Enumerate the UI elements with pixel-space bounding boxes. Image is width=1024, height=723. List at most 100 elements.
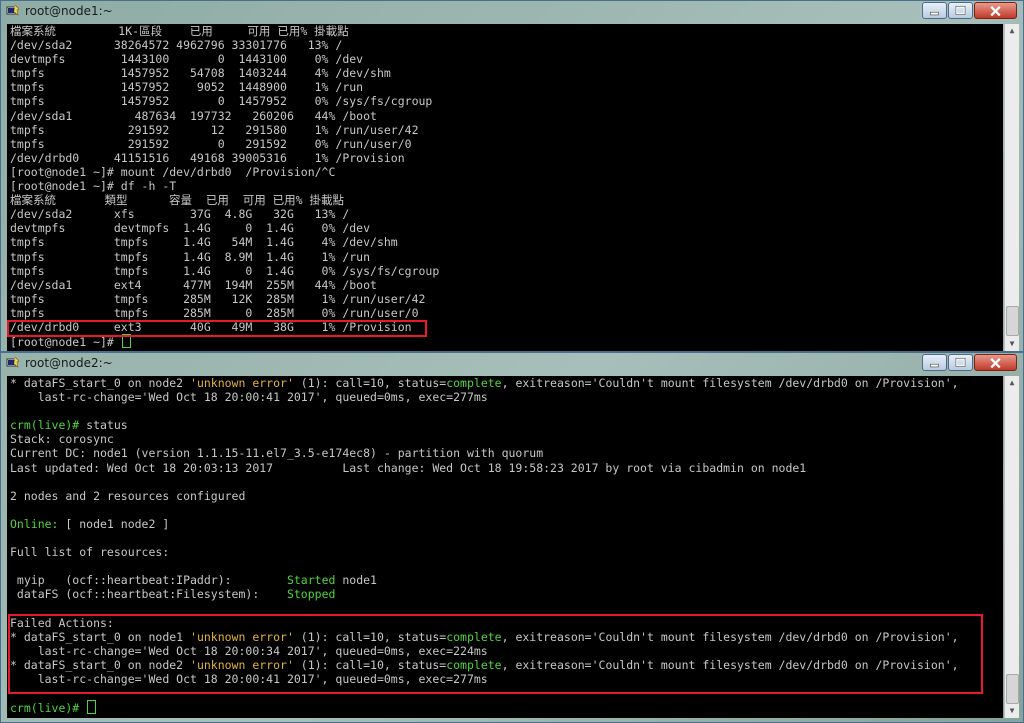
- terminal-line: Current DC: node1 (version 1.1.15-11.el7…: [7, 446, 1003, 460]
- minimize-button[interactable]: [922, 2, 947, 19]
- maximize-button[interactable]: [948, 354, 973, 371]
- terminal-line: Full list of resources:: [7, 545, 1003, 559]
- terminal-text: crm(live)#: [10, 418, 87, 433]
- terminal-line: last-rc-change='Wed Oct 18 20:00:41 2017…: [7, 390, 1003, 404]
- terminal-line: tmpfs tmpfs 285M 12K 285M 1% /run/user/4…: [7, 292, 1003, 306]
- terminal-text: [ node1 node2 ]: [58, 516, 170, 531]
- vertical-scrollbar[interactable]: ▲ ▼: [1004, 376, 1019, 718]
- scroll-down-icon[interactable]: ▼: [1005, 704, 1019, 718]
- terminal-line: tmpfs tmpfs 1.4G 8.9M 1.4G 1% /run: [7, 250, 1003, 264]
- close-button[interactable]: [974, 354, 1017, 371]
- terminal-text: devtmpfs devtmpfs 1.4G 0 1.4G 0% /dev: [10, 221, 371, 236]
- terminal-line: tmpfs 291592 0 291592 0% /run/user/0: [7, 137, 1003, 151]
- terminal-window-node1[interactable]: root@node1:~ 檔案系統 1K-區段 已用 可用 已用% 掛載點/de…: [0, 0, 1024, 352]
- terminal-text: (1): call=10, status=: [293, 629, 447, 644]
- terminal-text: node1: [335, 573, 377, 588]
- terminal-lines: 檔案系統 1K-區段 已用 可用 已用% 掛載點/dev/sda2 382645…: [7, 24, 1003, 334]
- terminal-line: Last updated: Wed Oct 18 20:03:13 2017 L…: [7, 461, 1003, 475]
- terminal-text: tmpfs 1457952 0 1457952 0% /sys/fs/cgrou…: [10, 94, 433, 109]
- terminal-text: tmpfs tmpfs 1.4G 0 1.4G 0% /sys/fs/cgrou…: [10, 263, 440, 278]
- terminal-text: /dev/sda2 xfs 37G 4.8G 32G 13% /: [10, 207, 350, 222]
- terminal-text: Started: [286, 573, 336, 588]
- scroll-thumb[interactable]: [1006, 674, 1019, 704]
- prompt-text: [root@node1 ~]#: [10, 335, 121, 350]
- terminal-text: /dev/sda1 ext4 477M 194M 255M 44% /boot: [10, 277, 377, 292]
- terminal-text: status: [86, 418, 128, 433]
- scroll-down-icon[interactable]: ▼: [1005, 337, 1019, 351]
- terminal-line: /dev/drbd0 ext3 40G 49M 38G 1% /Provisio…: [7, 320, 1003, 334]
- terminal-text: tmpfs tmpfs 1.4G 54M 1.4G 4% /dev/shm: [10, 235, 398, 250]
- close-button[interactable]: [974, 2, 1017, 19]
- terminal-text: tmpfs 291592 12 291580 1% /run/user/42: [10, 122, 419, 137]
- prompt-text: crm(live)#: [10, 701, 87, 716]
- maximize-button[interactable]: [948, 2, 973, 19]
- terminal-text: 'unknown error': [190, 376, 294, 390]
- terminal-text: tmpfs tmpfs 285M 0 285M 0% /run/user/0: [10, 305, 419, 320]
- terminal-text: [root@node1 ~]# df -h -T: [10, 179, 177, 194]
- terminal-line: tmpfs tmpfs 285M 0 285M 0% /run/user/0: [7, 306, 1003, 320]
- terminal-text: tmpfs 1457952 54708 1403244 4% /dev/shm: [10, 66, 391, 81]
- terminal-text: Stopped: [286, 587, 336, 602]
- terminal-line: last-rc-change='Wed Oct 18 20:00:34 2017…: [7, 644, 1003, 658]
- terminal-line: * dataFS_start_0 on node1 'unknown error…: [7, 630, 1003, 644]
- terminal-text: 2 nodes and 2 resources configured: [10, 488, 246, 503]
- text-cursor: [87, 700, 97, 715]
- maximize-icon: [955, 5, 966, 15]
- terminal-text: (1): call=10, status=: [293, 657, 447, 672]
- vertical-scrollbar[interactable]: ▲ ▼: [1004, 24, 1019, 351]
- terminal-output[interactable]: * dataFS_start_0 on node2 'unknown error…: [7, 376, 1003, 718]
- title-bar[interactable]: root@node1:~: [1, 1, 1023, 21]
- terminal-text: tmpfs 1457952 9052 1448900 1% /run: [10, 80, 364, 95]
- terminal-line: * dataFS_start_0 on node2 'unknown error…: [7, 376, 1003, 390]
- title-bar[interactable]: root@node2:~: [1, 353, 1023, 373]
- terminal-text: tmpfs tmpfs 285M 12K 285M 1% /run/user/4…: [10, 291, 426, 306]
- minimize-icon: [930, 11, 939, 16]
- terminal-line: tmpfs 291592 12 291580 1% /run/user/42: [7, 123, 1003, 137]
- terminal-text: tmpfs tmpfs 1.4G 8.9M 1.4G 1% /run: [10, 249, 371, 264]
- scroll-up-icon[interactable]: ▲: [1005, 24, 1019, 38]
- terminal-lines: * dataFS_start_0 on node2 'unknown error…: [7, 376, 1003, 700]
- terminal-text: * dataFS_start_0 on node1: [10, 629, 191, 644]
- terminal-line: [root@node1 ~]# mount /dev/drbd0 /Provis…: [7, 165, 1003, 179]
- terminal-line: 檔案系統 類型 容量 已用 可用 已用% 掛載點: [7, 193, 1003, 207]
- terminal-text: * dataFS_start_0 on node2: [10, 376, 191, 390]
- terminal-text: , exitreason='Couldn't mount filesystem …: [501, 657, 959, 672]
- terminal-text: last-rc-change='Wed Oct 18 20:00:41 2017…: [10, 390, 488, 405]
- close-icon: [990, 6, 1001, 17]
- terminal-window-node2[interactable]: root@node2:~ * dataFS_start_0 on node2 '…: [0, 352, 1024, 723]
- terminal-line: devtmpfs devtmpfs 1.4G 0 1.4G 0% /dev: [7, 221, 1003, 235]
- terminal-line: tmpfs 1457952 0 1457952 0% /sys/fs/cgrou…: [7, 94, 1003, 108]
- terminal-text: devtmpfs 1443100 0 1443100 0% /dev: [10, 52, 364, 67]
- terminal-text: complete: [446, 657, 502, 672]
- terminal-line: /dev/sda1 487634 197732 260206 44% /boot: [7, 109, 1003, 123]
- terminal-output[interactable]: 檔案系統 1K-區段 已用 可用 已用% 掛載點/dev/sda2 382645…: [7, 24, 1003, 351]
- terminal-text: Online:: [10, 516, 59, 531]
- scroll-up-icon[interactable]: ▲: [1005, 376, 1019, 390]
- terminal-line: tmpfs tmpfs 1.4G 0 1.4G 0% /sys/fs/cgrou…: [7, 264, 1003, 278]
- terminal-text: dataFS (ocf::heartbeat:Filesystem):: [10, 587, 287, 602]
- terminal-text: 檔案系統 類型 容量 已用 可用 已用% 掛載點: [10, 193, 344, 208]
- scroll-thumb[interactable]: [1006, 306, 1019, 336]
- terminal-text: 'unknown error': [190, 629, 294, 644]
- terminal-line: /dev/sda2 38264572 4962796 33301776 13% …: [7, 38, 1003, 52]
- terminal-line: myip (ocf::heartbeat:IPaddr): Started no…: [7, 573, 1003, 587]
- terminal-line: Online: [ node1 node2 ]: [7, 517, 1003, 531]
- terminal-text: 檔案系統 1K-區段 已用 可用 已用% 掛載點: [10, 24, 349, 38]
- terminal-line: tmpfs tmpfs 1.4G 54M 1.4G 4% /dev/shm: [7, 235, 1003, 249]
- terminal-text: /dev/drbd0 41151516 49168 39005316 1% /P…: [10, 150, 405, 165]
- prompt-line[interactable]: crm(live)#: [7, 700, 1003, 716]
- terminal-line: tmpfs 1457952 9052 1448900 1% /run: [7, 80, 1003, 94]
- terminal-text: 'unknown error': [190, 657, 294, 672]
- terminal-line: Failed Actions:: [7, 616, 1003, 630]
- prompt-line[interactable]: [root@node1 ~]#: [7, 334, 1003, 350]
- minimize-button[interactable]: [922, 354, 947, 371]
- terminal-line: Stack: corosync: [7, 432, 1003, 446]
- window-title: root@node1:~: [25, 4, 113, 18]
- terminal-text: (1): call=10, status=: [293, 376, 447, 390]
- terminal-line: /dev/sda2 xfs 37G 4.8G 32G 13% /: [7, 207, 1003, 221]
